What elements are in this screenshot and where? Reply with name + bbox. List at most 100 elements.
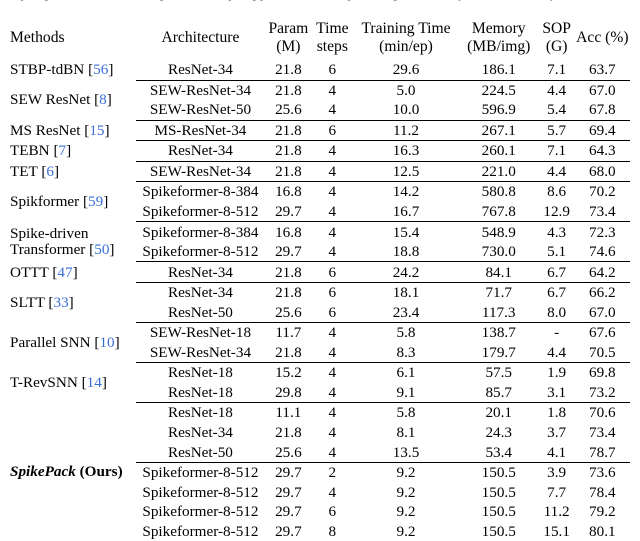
citation-number[interactable]: 15	[89, 122, 104, 139]
column-header-sop: SOP (G)	[539, 16, 575, 60]
cell-architecture: MS-ResNet-34	[135, 119, 266, 141]
citation-number[interactable]: 6	[46, 163, 54, 180]
cell-param: 29.7	[265, 461, 312, 483]
method-label: OTTT [47]	[10, 263, 78, 281]
table-row: SpikePack (Ours) ResNet-18 11.1 4 5.8 20.1 1.8…	[10, 402, 630, 479]
cell-param: 29.7	[275, 522, 302, 540]
cell-accuracy: 63.7	[589, 61, 616, 79]
cell-memory: 580.8	[458, 181, 539, 202]
cell-memory: 150.5	[458, 461, 539, 483]
cell-accuracy: 67.0	[589, 303, 616, 321]
citation-number[interactable]: 7	[59, 142, 67, 159]
cell-param: 21.8	[265, 140, 312, 162]
cell-param: 29.7	[275, 503, 302, 521]
cell-memory: 260.1	[458, 140, 539, 162]
cell-accuracy: 67.8	[589, 101, 616, 119]
cell-training_time: 15.4	[353, 221, 459, 242]
cell-architecture: ResNet-34	[167, 424, 233, 442]
cell-training_time: 13.5	[392, 443, 420, 461]
cell-sop: 6.7	[538, 282, 575, 303]
method-title: Parallel SNN	[10, 334, 91, 352]
table-body: Methods Architecture Param (M) Time steps Trai…	[10, 16, 630, 541]
cell-training_time: 29.6	[392, 61, 420, 79]
cell-sop: 4.1	[547, 443, 567, 461]
cell-timesteps: 4	[311, 402, 354, 423]
cell-param: 16.8	[265, 181, 312, 202]
method-label: TEBN [7]	[10, 142, 72, 160]
cell-memory: 53.4	[485, 443, 513, 461]
cell-timesteps: 6	[328, 61, 337, 79]
citation-number[interactable]: 14	[87, 374, 102, 391]
cell-architecture: Spikeformer-8-512	[135, 461, 266, 483]
method-title: SLTT	[10, 293, 45, 311]
cell-sop: 1.9	[538, 362, 575, 383]
cell-accuracy: 73.4	[589, 203, 616, 220]
citation-number[interactable]: 10	[99, 334, 114, 351]
cell-architecture: Spikeformer-8-512	[142, 203, 259, 220]
cell-architecture: Spikeformer-8-384	[135, 181, 266, 202]
method-title: MS ResNet	[10, 121, 81, 139]
cell-param: 21.8	[275, 424, 302, 442]
cell-training_time: 12.5	[353, 160, 459, 182]
cell-timesteps: 4	[311, 221, 354, 242]
citation-number[interactable]: 47	[57, 264, 72, 281]
cell-sop: 3.9	[538, 461, 575, 483]
cell-sop: 4.3	[538, 221, 575, 242]
method-label: Transformer [50]	[10, 240, 115, 258]
cell-param: 11.1	[265, 402, 312, 423]
citation-number[interactable]: 50	[94, 241, 109, 258]
table-row: STBP-tdBN [56] ResNet-34 21.8 6 29.6 186.1 7.1…	[10, 60, 630, 80]
cell-training_time: 5.8	[353, 402, 459, 423]
method-name-cell: STBP-tdBN [56]	[10, 60, 136, 80]
cell-training_time: 16.3	[353, 140, 459, 162]
citation-number[interactable]: 33	[53, 294, 68, 311]
method-title: SEW ResNet	[10, 91, 91, 109]
cell-timesteps: 4	[328, 243, 337, 261]
cell-timesteps: 2	[311, 461, 354, 483]
citation-number[interactable]: 56	[93, 61, 108, 78]
cell-timesteps: 4	[311, 322, 354, 343]
header-line-2: (min/ep)	[379, 38, 433, 55]
table-row: TET [6] SEW-ResNet-34 21.8 4 12.5 221.0 4.4 68.…	[10, 160, 630, 182]
cell-architecture: Spikeformer-8-512	[142, 522, 259, 540]
method-name-cell: Parallel SNN [10]	[10, 323, 136, 363]
cell-training_time: 5.8	[353, 322, 459, 343]
cell-accuracy: 72.3	[574, 221, 630, 242]
citation-number[interactable]: 8	[99, 91, 107, 108]
cell-timesteps: 4	[328, 343, 337, 361]
cell-sop: 12.9	[543, 203, 570, 220]
cell-architecture: ResNet-34	[167, 61, 233, 79]
cell-architecture: ResNet-34	[135, 261, 266, 283]
cell-architecture: Spikeformer-8-384	[135, 221, 266, 242]
cell-sop: 5.1	[547, 243, 567, 261]
cell-memory: 20.1	[458, 402, 539, 423]
cell-memory: 224.5	[458, 79, 539, 101]
column-header-training_time: Training Time (min/ep)	[353, 16, 459, 60]
cell-param: 29.7	[275, 203, 302, 220]
method-label: Spikformer [59]	[10, 193, 109, 211]
cell-timesteps: 6	[311, 119, 354, 141]
method-name-cell: TEBN [7]	[10, 141, 136, 162]
citation-number[interactable]: 59	[88, 193, 103, 210]
table-figure: of spiking neural networks on ImageNet-1…	[0, 0, 640, 539]
cell-training_time: 16.7	[392, 203, 420, 220]
cell-training_time: 18.1	[353, 282, 459, 303]
cell-sop: 8.0	[547, 303, 567, 321]
cell-param: 25.6	[275, 443, 302, 461]
cell-timesteps: 6	[311, 261, 354, 283]
cell-param: 29.8	[275, 383, 302, 401]
cell-memory: 596.9	[481, 101, 516, 119]
method-label: SEW ResNet [8]	[10, 91, 112, 109]
cell-sop: 5.4	[547, 101, 567, 119]
cell-accuracy: 78.4	[589, 483, 616, 501]
column-header-param: Param (M)	[265, 16, 311, 60]
method-name-cell: OTTT [47]	[10, 262, 136, 283]
cell-sop: 3.7	[547, 424, 567, 442]
cell-sop: 5.7	[538, 119, 575, 141]
header-line-1: Memory	[471, 19, 526, 37]
method-label: SLTT [33]	[10, 293, 74, 311]
cell-timesteps: 4	[311, 140, 354, 162]
cell-sop: 3.1	[547, 383, 567, 401]
cell-architecture: ResNet-18	[167, 383, 233, 401]
cell-accuracy: 66.2	[574, 282, 630, 303]
